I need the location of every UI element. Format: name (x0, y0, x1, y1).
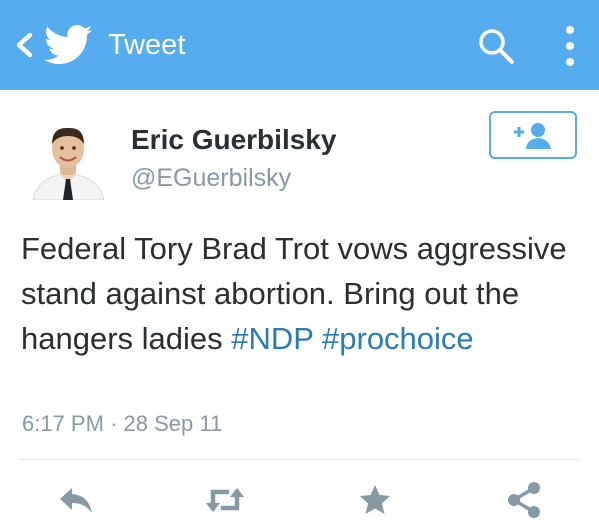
share-icon[interactable] (504, 480, 544, 520)
favorite-icon[interactable] (357, 480, 393, 520)
avatar[interactable] (27, 117, 110, 200)
back-icon[interactable] (10, 29, 40, 61)
hashtag-prochoice[interactable]: #prochoice (322, 321, 474, 356)
tweet-timestamp[interactable]: 6:17 PM · 28 Sep 11 (22, 410, 222, 438)
retweet-icon[interactable] (201, 480, 249, 520)
tweet-date: 28 Sep 11 (123, 411, 223, 436)
more-vertical-icon[interactable] (560, 24, 580, 68)
twitter-bird-icon (44, 25, 92, 64)
follow-button[interactable] (489, 111, 577, 159)
search-icon[interactable] (476, 26, 516, 66)
divider (20, 459, 579, 460)
author-name[interactable]: Eric Guerbilsky (131, 123, 336, 157)
tweet-text: Federal Tory Brad Trot vows aggressive s… (21, 226, 581, 361)
author-handle[interactable]: @EGuerbilsky (131, 162, 291, 194)
tweet-time: 6:17 PM (22, 411, 104, 436)
hashtag-ndp[interactable]: #NDP (231, 321, 313, 356)
reply-icon[interactable] (56, 480, 96, 520)
hashtag-separator (313, 321, 322, 356)
timestamp-separator: · (110, 411, 118, 436)
screen-title: Tweet (108, 29, 186, 61)
top-app-bar: Tweet (0, 0, 599, 90)
follow-user-icon (514, 123, 551, 149)
